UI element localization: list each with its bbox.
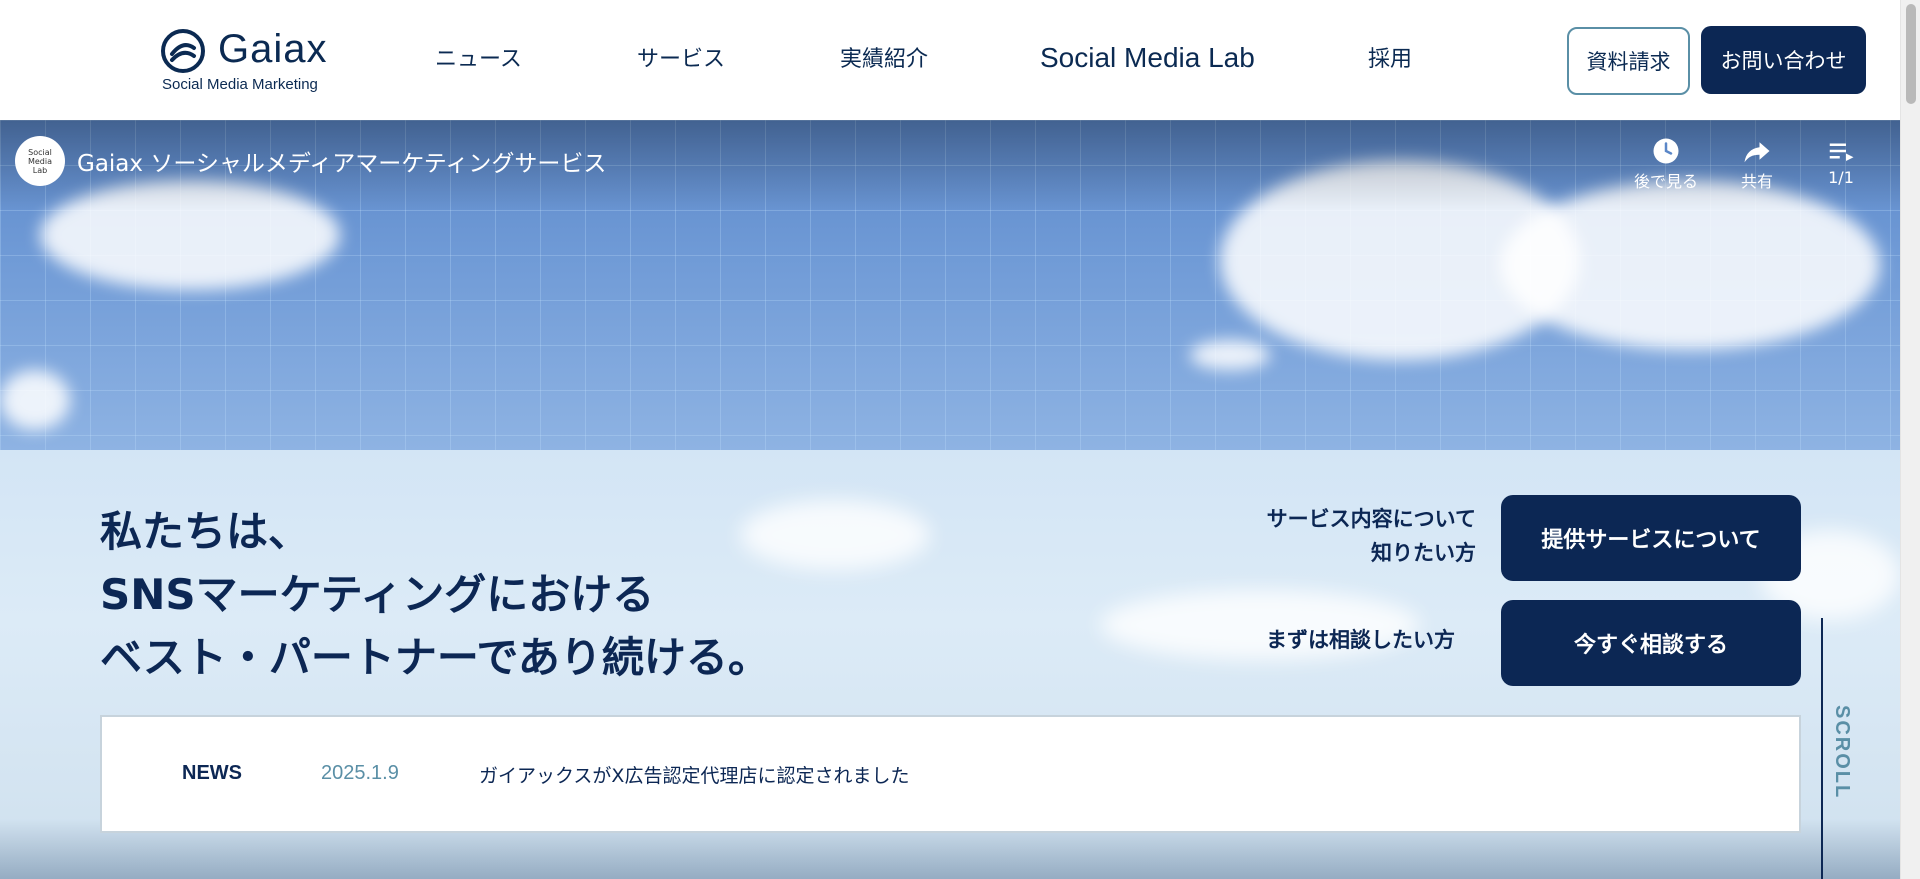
share-label: 共有 — [1741, 172, 1774, 191]
nav-service[interactable]: サービス — [637, 44, 725, 76]
consult-now-button[interactable]: 今すぐ相談する — [1501, 600, 1801, 686]
nav-works[interactable]: 実績紹介 — [840, 44, 928, 76]
news-label: NEWS — [182, 762, 242, 784]
cta-service-label-line-1: サービス内容について — [1266, 507, 1476, 531]
cta-service-label-line-2: 知りたい方 — [1371, 541, 1476, 565]
playlist-icon — [1829, 143, 1854, 161]
services-button[interactable]: 提供サービスについて — [1501, 495, 1801, 581]
headline-line-3: ベスト・パートナーであり続ける。 — [100, 633, 770, 682]
hero-headline: 私たちは、 SNSマーケティングにおける ベスト・パートナーであり続ける。 — [100, 500, 770, 689]
nav-news[interactable]: ニュース — [435, 44, 522, 76]
playlist-button[interactable]: 1/1 — [1826, 136, 1856, 187]
video-cloud — [1190, 340, 1270, 370]
logo-wordmark: Gaiax — [218, 27, 328, 71]
share-arrow-icon — [1744, 142, 1770, 163]
scroll-indicator-text[interactable]: SCROLL — [1830, 705, 1853, 799]
logo-tagline: Social Media Marketing — [162, 76, 318, 93]
headline-line-1: 私たちは、 — [100, 507, 311, 556]
clock-icon — [1653, 138, 1679, 164]
news-ticker[interactable]: NEWS 2025.1.9 ガイアックスがX広告認定代理店に認定されました — [100, 715, 1801, 833]
video-title[interactable]: Gaiax ソーシャルメディアマーケティングサービス — [77, 144, 606, 178]
news-date: 2025.1.9 — [321, 762, 399, 784]
nav-social-media-lab[interactable]: Social Media Lab — [1040, 42, 1255, 74]
cta-service-label: サービス内容について 知りたい方 — [1230, 502, 1476, 570]
watch-later-button[interactable]: 後で見る — [1634, 136, 1698, 192]
playlist-count: 1/1 — [1828, 168, 1854, 187]
hero-section: 私たちは、 SNSマーケティングにおける ベスト・パートナーであり続ける。 サー… — [0, 450, 1900, 879]
watch-later-label: 後で見る — [1634, 172, 1699, 191]
request-document-button[interactable]: 資料請求 — [1567, 27, 1690, 95]
nav-recruit[interactable]: 採用 — [1368, 44, 1412, 76]
scroll-indicator-line — [1821, 618, 1823, 879]
video-cloud — [0, 370, 70, 430]
gaiax-logo-icon — [161, 29, 205, 73]
channel-avatar[interactable]: Social Media Lab — [15, 136, 65, 186]
headline-line-2: SNSマーケティングにおける — [100, 570, 655, 619]
scrollbar-thumb[interactable] — [1906, 4, 1916, 104]
gaiax-logo[interactable]: Gaiax Social Media Marketing — [160, 24, 330, 96]
page-scrollbar[interactable] — [1900, 0, 1920, 879]
site-header: Gaiax Social Media Marketing ニュース サービス 実… — [0, 0, 1900, 120]
youtube-video-embed[interactable]: Social Media Lab Gaiax ソーシャルメディアマーケティングサ… — [0, 120, 1900, 450]
news-title: ガイアックスがX広告認定代理店に認定されました — [479, 765, 910, 787]
cta-consult-label: まずは相談したい方 — [1266, 628, 1455, 652]
share-button[interactable]: 共有 — [1741, 136, 1773, 192]
channel-avatar-label: Social Media Lab — [27, 147, 53, 175]
contact-button[interactable]: お問い合わせ — [1701, 26, 1866, 94]
